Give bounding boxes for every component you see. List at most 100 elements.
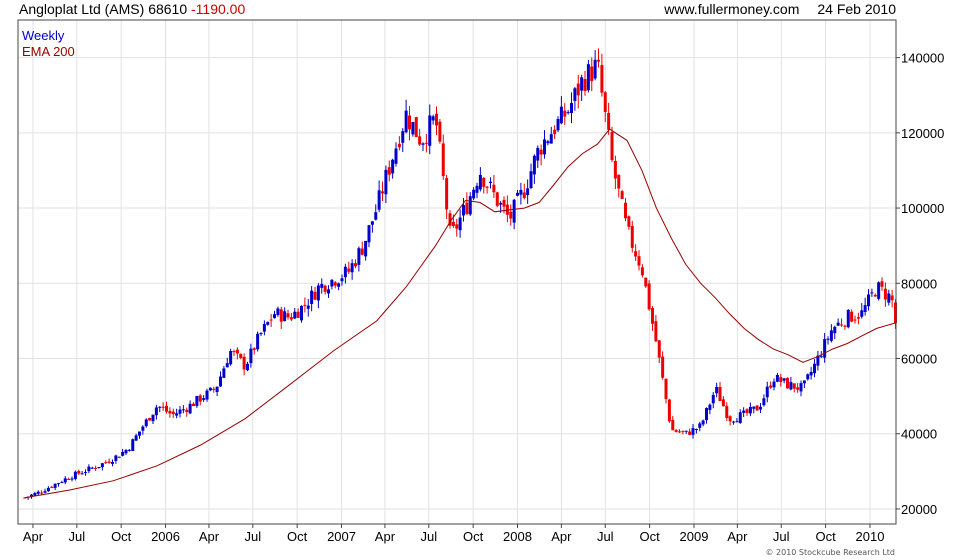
candle-body-up [316, 285, 320, 301]
candle-body-down [424, 142, 428, 144]
candle-body-up [127, 449, 131, 451]
candle-body-down [323, 285, 327, 292]
candle-body-down [289, 317, 293, 320]
candle-body-up [809, 371, 813, 376]
candle-body-up [586, 64, 590, 91]
candle-body-up [738, 412, 742, 423]
candle-body-down [563, 110, 567, 117]
candle-body-up [57, 483, 61, 485]
candle-body-down [890, 295, 894, 301]
candle-body-up [144, 419, 148, 427]
candle-body-down [455, 224, 459, 229]
y-tick-label: 40000 [901, 427, 937, 442]
candle-body-down [168, 410, 172, 414]
candle-body-down [509, 211, 513, 219]
candle-body-down [198, 395, 202, 402]
candle-body-down [644, 277, 648, 287]
candle-body-up [867, 294, 871, 307]
legend-ema-200: EMA 200 [22, 44, 75, 59]
candle-body-up [350, 263, 354, 273]
candle-body-down [674, 430, 678, 432]
candle-body-up [489, 181, 493, 184]
candle-body-down [873, 294, 877, 297]
candle-body-up [222, 368, 226, 378]
candle-body-up [799, 383, 803, 392]
candle-body-down [613, 160, 617, 179]
candle-body-down [232, 351, 236, 353]
candle-body-up [887, 293, 891, 303]
candle-body-down [637, 256, 641, 266]
plot-frame [17, 19, 897, 525]
candle-body-down [583, 79, 587, 91]
candle-body-up [846, 309, 850, 328]
candle-body-down [441, 143, 445, 177]
candle-body-down [779, 377, 783, 382]
candle-body-up [229, 350, 233, 365]
candle-body-up [499, 202, 503, 205]
candle-body-down [333, 282, 337, 286]
x-tick-label: Jul [773, 529, 790, 544]
candle-body-down [192, 403, 196, 407]
candle-body-up [826, 338, 830, 340]
candle-body-up [300, 305, 304, 321]
candle-body-up [205, 390, 209, 400]
candle-body-up [570, 102, 574, 114]
candle-body-down [880, 281, 884, 287]
candle-body-up [266, 321, 270, 325]
candle-body-down [657, 340, 661, 358]
x-tick-label: Apr [23, 529, 44, 544]
candle-body-down [212, 388, 216, 390]
candle-body-up [340, 278, 344, 282]
x-tick-label: Jul [420, 529, 437, 544]
candle-body-down [728, 416, 732, 422]
candle-body-up [759, 406, 763, 410]
candle-body-up [249, 348, 253, 364]
candle-body-down [688, 431, 692, 435]
candle-body-down [414, 117, 418, 137]
y-tick-label: 20000 [901, 502, 937, 517]
candle-body-down [239, 353, 243, 358]
candle-body-up [337, 283, 341, 287]
candle-body-up [33, 493, 37, 496]
candle-body-down [451, 221, 455, 226]
candle-body-up [374, 212, 378, 220]
candle-body-up [276, 308, 280, 316]
candle-body-up [175, 413, 179, 416]
candle-body-up [516, 192, 520, 196]
candle-body-down [651, 308, 655, 324]
candle-body-up [549, 134, 553, 144]
candle-body-up [330, 279, 334, 287]
x-tick-label: Apr [199, 529, 220, 544]
candle-body-up [806, 374, 810, 380]
candle-body-down [397, 143, 401, 148]
candle-body-up [225, 363, 229, 368]
x-tick-label: Apr [375, 529, 396, 544]
candle-body-down [678, 431, 682, 433]
candle-body-up [752, 406, 756, 409]
candle-body-up [819, 356, 823, 358]
candle-body-up [593, 59, 597, 79]
candle-body-up [151, 414, 155, 422]
y-tick-label: 80000 [901, 276, 937, 291]
x-tick-label: Oct [640, 529, 661, 544]
candle-body-up [262, 324, 266, 332]
x-tick-label: Jul [597, 529, 614, 544]
candle-body-down [148, 418, 152, 421]
candle-body-up [789, 382, 793, 390]
candle-body-down [725, 405, 729, 418]
candle-body-down [617, 174, 621, 189]
candle-body-up [411, 122, 415, 135]
candle-body-down [718, 386, 722, 402]
candle-body-up [775, 374, 779, 382]
x-tick-label: Apr [727, 529, 748, 544]
candle-body-up [458, 217, 462, 231]
candle-body-down [296, 311, 300, 318]
candle-body-up [188, 403, 192, 414]
candle-body-up [63, 478, 67, 483]
x-tick-label: Oct [463, 529, 484, 544]
candle-body-up [384, 169, 388, 195]
candle-body-up [370, 221, 374, 225]
candle-body-down [840, 324, 844, 326]
candle-body-down [603, 92, 607, 113]
candle-body-up [536, 147, 540, 161]
